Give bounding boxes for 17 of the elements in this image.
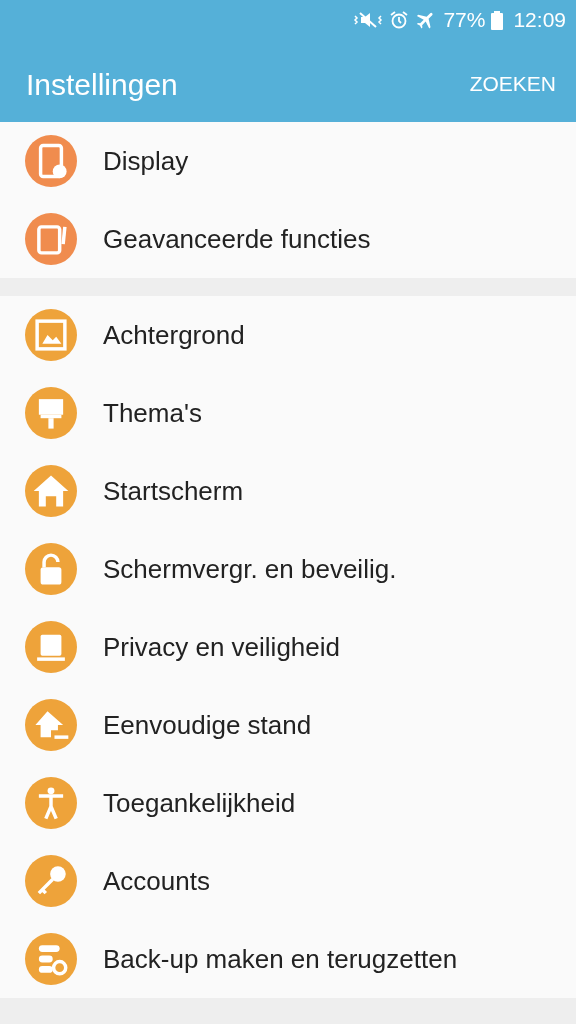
settings-item[interactable]: Achtergrond bbox=[0, 296, 576, 374]
settings-item[interactable]: Back-up maken en terugzetten bbox=[0, 920, 576, 998]
settings-item[interactable]: Thema's bbox=[0, 374, 576, 452]
battery-percentage: 77% bbox=[443, 7, 486, 34]
screen-title: Instellingen bbox=[26, 66, 178, 103]
settings-item[interactable]: Schermvergr. en beveilig. bbox=[0, 530, 576, 608]
settings-item[interactable]: Eenvoudige stand bbox=[0, 686, 576, 764]
settings-item[interactable]: Startscherm bbox=[0, 452, 576, 530]
settings-item[interactable]: Privacy en veiligheid bbox=[0, 608, 576, 686]
battery-icon bbox=[491, 10, 504, 30]
settings-item[interactable]: Geavanceerde functies bbox=[0, 200, 576, 278]
alarm-icon bbox=[389, 10, 410, 30]
settings-item[interactable]: Display bbox=[0, 122, 576, 200]
settings-item[interactable]: Toegankelijkheid bbox=[0, 764, 576, 842]
clock-time: 12:09 bbox=[513, 7, 566, 34]
settings-item[interactable]: Accounts bbox=[0, 842, 576, 920]
vibrate-mute-icon bbox=[353, 10, 384, 30]
